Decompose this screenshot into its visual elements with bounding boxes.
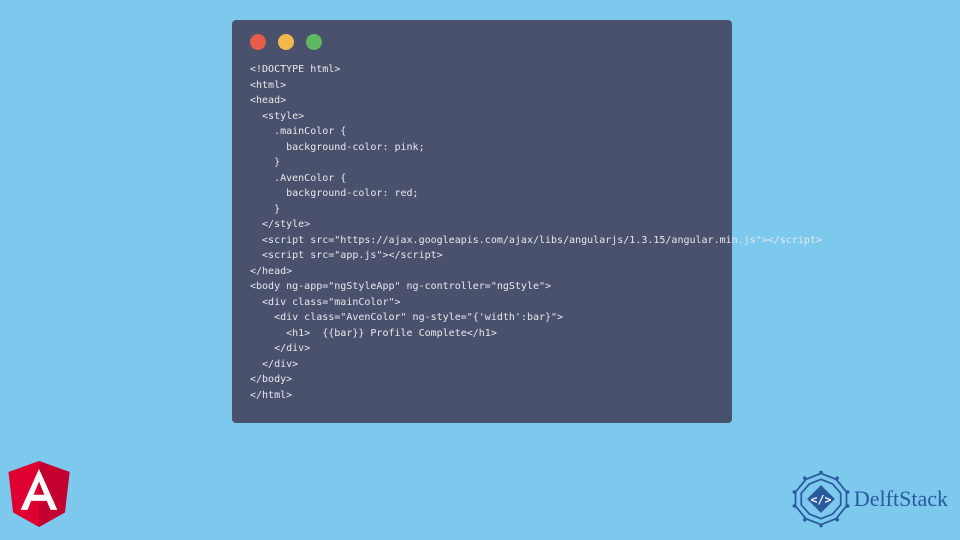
- maximize-icon[interactable]: [306, 34, 322, 50]
- angular-shield-icon: [8, 461, 70, 527]
- minimize-icon[interactable]: [278, 34, 294, 50]
- angular-logo: [8, 461, 70, 532]
- svg-text:</>: </>: [810, 493, 831, 507]
- delftstack-logo: </> DelftStack: [792, 470, 948, 528]
- code-block: <!DOCTYPE html> <html> <head> <style> .m…: [250, 62, 714, 403]
- delftstack-badge-icon: </>: [792, 470, 850, 528]
- code-window: <!DOCTYPE html> <html> <head> <style> .m…: [232, 20, 732, 423]
- window-controls: [250, 34, 714, 50]
- close-icon[interactable]: [250, 34, 266, 50]
- delftstack-text: DelftStack: [854, 486, 948, 512]
